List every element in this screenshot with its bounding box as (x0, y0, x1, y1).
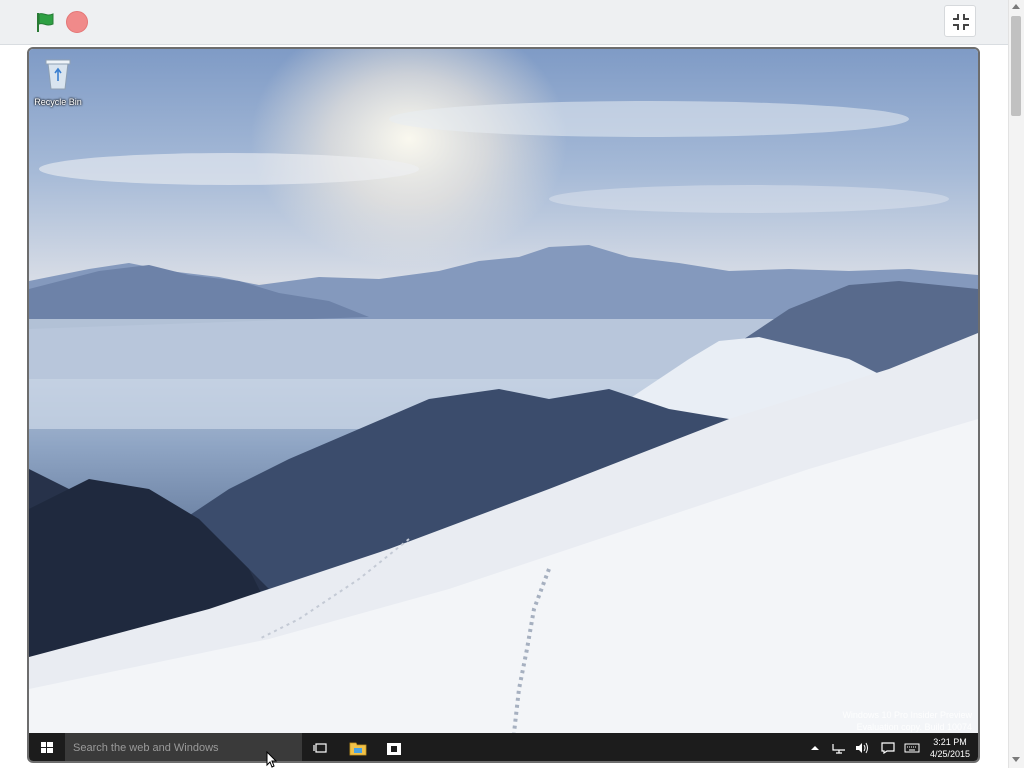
network-icon (832, 744, 845, 754)
show-hidden-icons-button[interactable] (805, 733, 827, 761)
scroll-up-icon[interactable] (1012, 4, 1020, 9)
volume-button[interactable] (851, 733, 873, 761)
chevron-up-icon (811, 746, 819, 750)
page-scrollbar[interactable] (1008, 0, 1024, 768)
desktop-icon-label: Recycle Bin (34, 97, 82, 107)
windows-taskbar: Search the web and Windows 3:21 PM 4/25/… (29, 733, 978, 761)
recycle-bin-icon (45, 59, 71, 90)
watermark-line-1: Windows 10 Pro Insider Preview (842, 710, 972, 720)
scroll-down-icon[interactable] (1012, 757, 1020, 762)
mouse-cursor-icon (266, 751, 278, 768)
exit-fullscreen-button[interactable] (944, 5, 976, 37)
file-explorer-button[interactable] (339, 733, 375, 761)
green-flag-icon[interactable] (34, 11, 56, 33)
windows-watermark: Windows 10 Pro Insider Preview Evaluatio… (842, 709, 972, 733)
watermark-line-2: Evaluation copy. Build 10074 (856, 722, 972, 732)
file-explorer-icon (349, 742, 367, 756)
mountain-landscape (29, 101, 978, 733)
touch-keyboard-button[interactable] (900, 733, 922, 761)
volume-icon (856, 742, 868, 754)
task-view-button[interactable] (303, 733, 339, 761)
desktop-icon-recycle-bin[interactable]: Recycle Bin (33, 57, 83, 107)
scroll-thumb[interactable] (1011, 16, 1021, 116)
taskbar-clock[interactable]: 3:21 PM 4/25/2015 (925, 733, 975, 761)
exit-fullscreen-icon (953, 14, 969, 30)
keyboard-icon (904, 743, 920, 753)
viewer-toolbar (0, 0, 1008, 45)
desktop-wallpaper[interactable]: Recycle Bin Windows 10 Pro Insider Previ… (29, 49, 978, 733)
stop-icon[interactable] (66, 11, 88, 33)
start-button[interactable] (29, 733, 65, 761)
network-button[interactable] (828, 733, 850, 761)
windows-start-icon (41, 742, 53, 753)
vm-screen[interactable]: Recycle Bin Windows 10 Pro Insider Previ… (27, 47, 980, 763)
store-button[interactable] (375, 733, 411, 761)
task-view-icon (313, 743, 327, 753)
clock-time: 3:21 PM (933, 737, 967, 747)
action-center-button[interactable] (877, 733, 899, 761)
clock-date: 4/25/2015 (929, 749, 971, 759)
store-icon (387, 743, 401, 755)
action-center-icon (881, 742, 895, 754)
